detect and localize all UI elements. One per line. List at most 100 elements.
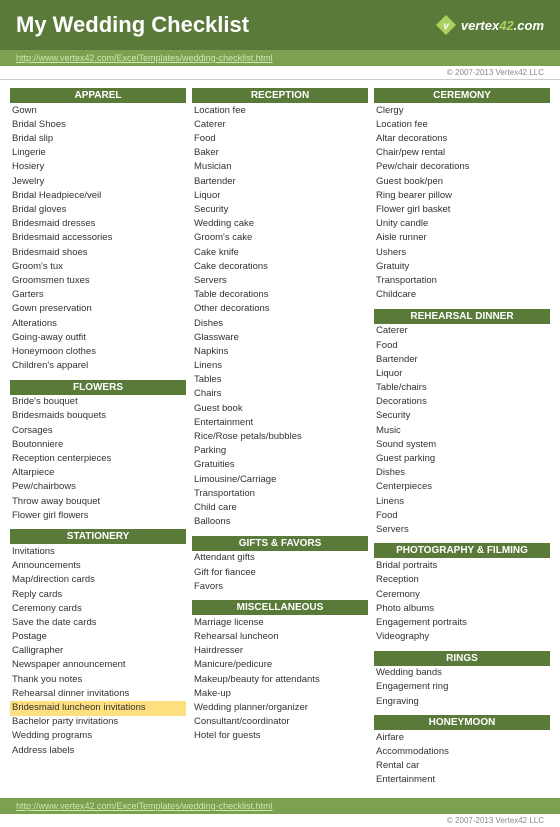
list-item: Napkins <box>192 345 368 359</box>
url-bar-bottom[interactable]: http://www.vertex42.com/ExcelTemplates/w… <box>0 798 560 814</box>
list-item: Flower girl flowers <box>10 509 186 523</box>
list-item: Gratuities <box>192 459 368 473</box>
list-item: Sound system <box>374 438 550 452</box>
list-item: Linens <box>192 359 368 373</box>
list-item: Bridesmaids bouquets <box>10 410 186 424</box>
list-item: Rental car <box>374 760 550 774</box>
list-item: Videography <box>374 630 550 644</box>
list-item: Pew/chair decorations <box>374 161 550 175</box>
logo-42: 42 <box>499 18 513 33</box>
list-item: Corsages <box>10 424 186 438</box>
list-item: Childcare <box>374 288 550 302</box>
list-item: Bridal Shoes <box>10 118 186 132</box>
list-item: Honeymoon clothes <box>10 345 186 359</box>
list-item: Guest parking <box>374 452 550 466</box>
list-item: Liquor <box>192 189 368 203</box>
list-item: Child care <box>192 501 368 515</box>
list-item: Unity candle <box>374 218 550 232</box>
list-item: Gown <box>10 104 186 118</box>
list-item: Hosiery <box>10 161 186 175</box>
column-1: APPARELGownBridal ShoesBridal slipLinger… <box>10 86 186 788</box>
list-item: Tables <box>192 374 368 388</box>
section-header-ceremony: CEREMONY <box>374 88 550 103</box>
logo: v vertex42.com <box>435 14 544 36</box>
url-bar-top[interactable]: http://www.vertex42.com/ExcelTemplates/w… <box>0 50 560 66</box>
copyright-top: © 2007-2013 Vertex42 LLC <box>0 66 560 80</box>
list-item: Entertainment <box>192 416 368 430</box>
list-item: Pew/chairbows <box>10 481 186 495</box>
section-header-flowers: FLOWERS <box>10 380 186 395</box>
list-item: Announcements <box>10 559 186 573</box>
url-text-bottom[interactable]: http://www.vertex42.com/ExcelTemplates/w… <box>16 801 273 811</box>
list-item: Groom's cake <box>192 232 368 246</box>
list-item: Chair/pew rental <box>374 147 550 161</box>
list-item: Location fee <box>374 118 550 132</box>
section-header-reception: RECEPTION <box>192 88 368 103</box>
list-item: Security <box>192 203 368 217</box>
list-item: Bridesmaid accessories <box>10 232 186 246</box>
list-item: Entertainment <box>374 774 550 788</box>
list-item: Servers <box>192 274 368 288</box>
list-item: Caterer <box>374 325 550 339</box>
copyright-text-bottom: © 2007-2013 Vertex42 LLC <box>447 816 544 825</box>
list-item: Reply cards <box>10 588 186 602</box>
section-header-gifts-&-favors: GIFTS & FAVORS <box>192 536 368 551</box>
copyright-text-top: © 2007-2013 Vertex42 LLC <box>447 68 544 77</box>
list-item: Bartender <box>374 353 550 367</box>
list-item: Hairdresser <box>192 645 368 659</box>
list-item: Groomsmen tuxes <box>10 274 186 288</box>
list-item: Hotel for guests <box>192 730 368 744</box>
list-item: Children's apparel <box>10 359 186 373</box>
list-item: Decorations <box>374 396 550 410</box>
list-item: Reception centerpieces <box>10 452 186 466</box>
list-item: Makeup/beauty for attendants <box>192 673 368 687</box>
list-item: Marriage license <box>192 616 368 630</box>
list-item: Transportation <box>192 487 368 501</box>
list-item: Parking <box>192 445 368 459</box>
list-item: Wedding programs <box>10 730 186 744</box>
list-item: Table decorations <box>192 288 368 302</box>
list-item: Bride's bouquet <box>10 396 186 410</box>
list-item: Rehearsal luncheon <box>192 630 368 644</box>
list-item: Garters <box>10 288 186 302</box>
list-item: Accommodations <box>374 745 550 759</box>
list-item: Dishes <box>374 467 550 481</box>
list-item: Address labels <box>10 744 186 758</box>
list-item: Food <box>374 509 550 523</box>
list-item: Airfare <box>374 731 550 745</box>
list-item: Throw away bouquet <box>10 495 186 509</box>
list-item: Food <box>192 132 368 146</box>
list-item: Photo albums <box>374 602 550 616</box>
list-item: Altarpiece <box>10 467 186 481</box>
section-header-stationery: STATIONERY <box>10 529 186 544</box>
logo-text: vertex42.com <box>461 18 544 33</box>
list-item: Dishes <box>192 317 368 331</box>
list-item: Boutonniere <box>10 438 186 452</box>
page: My Wedding Checklist v vertex42.com http… <box>0 0 560 827</box>
list-item: Musician <box>192 161 368 175</box>
list-item: Bachelor party invitations <box>10 716 186 730</box>
column-3: CEREMONYClergyLocation feeAltar decorati… <box>374 86 550 788</box>
list-item: Manicure/pedicure <box>192 659 368 673</box>
list-item: Engraving <box>374 695 550 709</box>
list-item: Aisle runner <box>374 232 550 246</box>
list-item: Location fee <box>192 104 368 118</box>
url-text-top[interactable]: http://www.vertex42.com/ExcelTemplates/w… <box>16 53 273 63</box>
list-item: Transportation <box>374 274 550 288</box>
list-item: Bridal portraits <box>374 559 550 573</box>
list-item: Table/chairs <box>374 381 550 395</box>
list-item: Liquor <box>374 367 550 381</box>
list-item: Limousine/Carriage <box>192 473 368 487</box>
list-item: Servers <box>374 523 550 537</box>
list-item: Rice/Rose petals/bubbles <box>192 430 368 444</box>
list-item: Food <box>374 339 550 353</box>
list-item: Music <box>374 424 550 438</box>
list-item: Chairs <box>192 388 368 402</box>
list-item: Postage <box>10 630 186 644</box>
header: My Wedding Checklist v vertex42.com <box>0 0 560 50</box>
list-item: Favors <box>192 580 368 594</box>
list-item: Going-away outfit <box>10 331 186 345</box>
list-item: Make-up <box>192 687 368 701</box>
list-item: Bridal slip <box>10 132 186 146</box>
list-item: Glassware <box>192 331 368 345</box>
